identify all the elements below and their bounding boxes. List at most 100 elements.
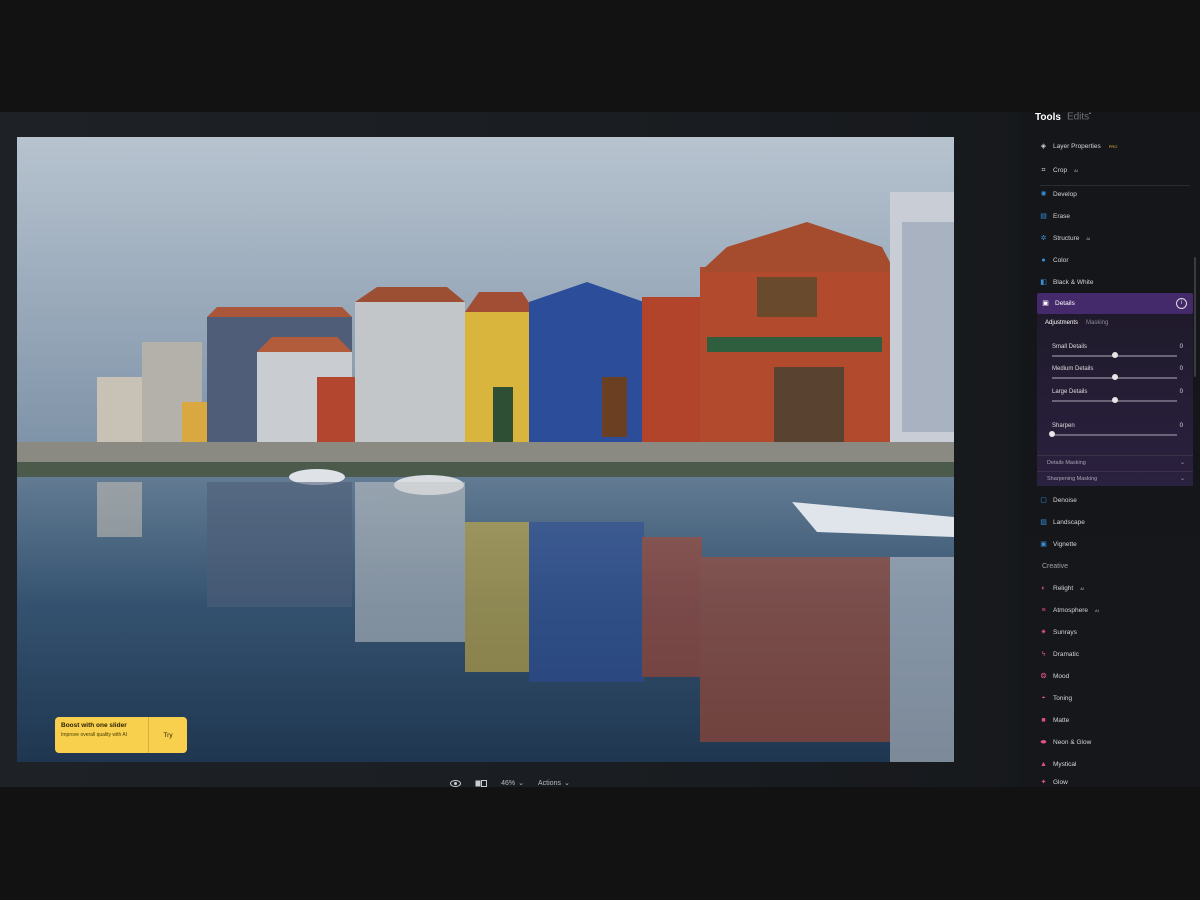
tool-label: Neon & Glow	[1053, 738, 1092, 746]
tool-vignette[interactable]: ▣ Vignette	[1040, 537, 1195, 551]
slider-small-details[interactable]: Small Details 0	[1052, 344, 1183, 358]
panel-tabs: Tools Edits•	[1035, 106, 1091, 128]
eye-icon[interactable]	[450, 779, 462, 787]
tool-label: Glow	[1053, 778, 1068, 786]
slider-medium-details[interactable]: Medium Details 0	[1052, 366, 1183, 380]
structure-icon: ✲	[1040, 234, 1047, 242]
slider-large-details[interactable]: Large Details 0	[1052, 389, 1183, 403]
black-white-icon: ◧	[1040, 278, 1047, 286]
tool-landscape[interactable]: ▨ Landscape	[1040, 515, 1195, 529]
tool-label: Mystical	[1053, 760, 1077, 768]
zoom-value: 46%	[501, 779, 516, 787]
details-header[interactable]: ▣ Details i	[1037, 293, 1193, 314]
chevron-down-icon: ⌄	[1179, 476, 1185, 482]
promo-try-button[interactable]: Try	[149, 717, 187, 753]
vignette-icon: ▣	[1040, 540, 1047, 548]
promo-subtitle: Improve overall quality with AI	[61, 732, 128, 738]
panel-scrollbar[interactable]	[1194, 257, 1196, 377]
tab-tools[interactable]: Tools	[1035, 112, 1061, 123]
slider-sharpen[interactable]: Sharpen 0	[1049, 423, 1183, 437]
tool-label: Color	[1053, 256, 1069, 264]
tool-label: Relight	[1053, 584, 1074, 592]
photo-canvas[interactable]	[17, 137, 954, 762]
slider-value: 0	[1179, 389, 1183, 395]
ai-badge: AI	[1095, 607, 1099, 613]
pro-badge: PRO	[1108, 143, 1118, 149]
glow-icon: ✦	[1040, 778, 1047, 786]
dramatic-icon: ϟ	[1041, 650, 1046, 658]
landscape-icon: ▨	[1040, 518, 1047, 526]
develop-icon: ✺	[1040, 190, 1047, 198]
neon-glow-icon: ⬬	[1040, 738, 1047, 746]
denoise-icon: ▢	[1040, 496, 1047, 504]
tool-label: Black & White	[1053, 278, 1094, 286]
letterbox-top	[0, 0, 1200, 112]
tool-develop[interactable]: ✺ Develop	[1040, 187, 1195, 201]
sunrays-icon: ✷	[1040, 628, 1047, 636]
tool-label: Denoise	[1053, 496, 1077, 504]
color-icon: ●	[1041, 256, 1046, 264]
tool-dramatic[interactable]: ϟ Dramatic	[1040, 647, 1195, 661]
tool-label: Sunrays	[1053, 628, 1077, 636]
tool-crop[interactable]: ⌗ Crop AI	[1040, 163, 1195, 177]
tool-sunrays[interactable]: ✷ Sunrays	[1040, 625, 1195, 639]
section-creative: Creative	[1042, 563, 1069, 570]
crop-icon: ⌗	[1041, 166, 1046, 174]
tool-details[interactable]: ▣ Details	[1042, 296, 1197, 310]
tool-mood[interactable]: ❂ Mood	[1040, 669, 1195, 683]
tool-matte[interactable]: ■ Matte	[1040, 713, 1195, 727]
matte-icon: ■	[1041, 716, 1046, 724]
promo-card: Boost with one slider Improve overall qu…	[55, 717, 187, 753]
chevron-down-icon: ⌄	[518, 780, 525, 787]
tool-denoise[interactable]: ▢ Denoise	[1040, 493, 1195, 507]
tool-erase[interactable]: ▤ Erase	[1040, 209, 1195, 223]
tool-mystical[interactable]: ▲ Mystical	[1040, 757, 1195, 771]
tool-relight[interactable]: ◐ Relight AI	[1040, 581, 1195, 595]
tool-label: Atmosphere	[1053, 606, 1089, 614]
divider	[1040, 185, 1190, 186]
compare-icon[interactable]	[475, 779, 488, 787]
slider-label: Sharpen	[1052, 423, 1075, 429]
slider-knob[interactable]	[1111, 352, 1118, 358]
zoom-dropdown[interactable]: 46% ⌄	[501, 779, 525, 788]
mystical-icon: ▲	[1040, 760, 1047, 768]
slider-value: 0	[1179, 344, 1183, 350]
slider-knob[interactable]	[1111, 374, 1118, 380]
edits-marker: •	[1089, 111, 1091, 118]
tool-glow[interactable]: ✦ Glow	[1040, 777, 1195, 787]
tool-label: Landscape	[1053, 518, 1085, 526]
actions-label: Actions	[538, 779, 561, 787]
tool-label: Structure	[1053, 234, 1080, 242]
info-icon[interactable]: i	[1176, 298, 1187, 309]
promo-title: Boost with one slider	[61, 722, 127, 729]
tool-black-white[interactable]: ◧ Black & White	[1040, 275, 1195, 289]
tool-layer-properties[interactable]: ◈ Layer Properties PRO	[1040, 139, 1195, 153]
tab-edits[interactable]: Edits•	[1067, 111, 1091, 122]
sharpening-masking-row[interactable]: Sharpening Masking ⌄	[1037, 471, 1193, 486]
slider-value: 0	[1179, 423, 1183, 429]
details-masking-row[interactable]: Details Masking ⌄	[1037, 455, 1193, 470]
slider-track[interactable]	[1052, 434, 1177, 436]
tool-neon-glow[interactable]: ⬬ Neon & Glow	[1040, 735, 1195, 749]
ai-badge: AI	[1074, 167, 1078, 173]
tool-atmosphere[interactable]: ≡ Atmosphere AI	[1040, 603, 1195, 617]
atmosphere-icon: ≡	[1041, 606, 1046, 614]
tool-color[interactable]: ● Color	[1040, 253, 1195, 267]
tool-toning[interactable]: ◓ Toning	[1040, 691, 1195, 705]
canvas-area: Boost with one slider Improve overall qu…	[0, 112, 1020, 787]
ai-badge: AI	[1086, 235, 1091, 241]
slider-knob[interactable]	[1111, 397, 1118, 403]
details-subtabs: Adjustments Masking	[1045, 320, 1108, 326]
tools-panel: Tools Edits• ◈ Layer Properties PRO ⌗ Cr…	[1020, 111, 1200, 787]
promo-text: Boost with one slider Improve overall qu…	[55, 717, 149, 753]
photo-image	[17, 137, 954, 762]
subtab-masking[interactable]: Masking	[1086, 320, 1108, 326]
actions-dropdown[interactable]: Actions ⌄	[538, 779, 570, 788]
tool-structure[interactable]: ✲ Structure AI	[1040, 231, 1195, 245]
slider-knob[interactable]	[1049, 431, 1055, 437]
app-window: Boost with one slider Improve overall qu…	[0, 111, 1200, 787]
tab-edits-label: Edits	[1066, 111, 1090, 123]
subtab-adjustments[interactable]: Adjustments	[1045, 320, 1078, 326]
ai-badge: AI	[1080, 585, 1085, 591]
details-body: Adjustments Masking Small Details 0 Medi…	[1037, 314, 1193, 486]
